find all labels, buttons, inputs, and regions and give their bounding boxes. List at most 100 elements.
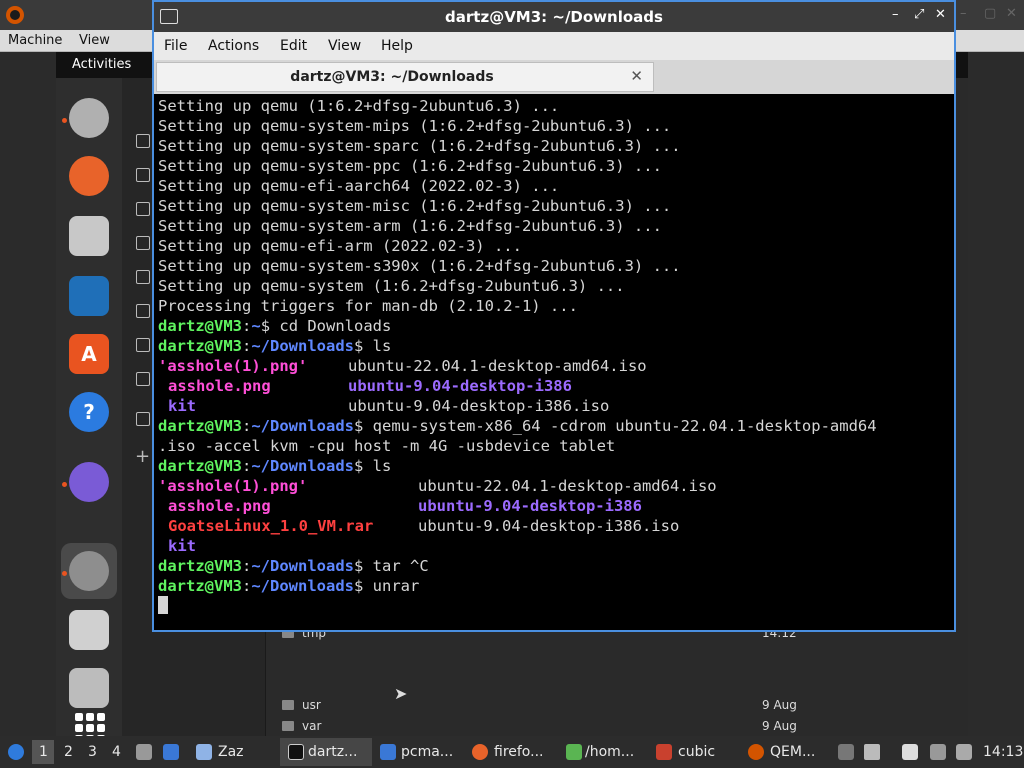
taskbar-item-zaz[interactable]: Zaz [218, 744, 244, 760]
display-icon[interactable] [930, 744, 946, 760]
terminal-maximize-button[interactable]: ⤢ [914, 7, 924, 22]
terminal-minimize-button[interactable]: – [892, 7, 899, 22]
output-line: Setting up qemu-efi-aarch64 (2022.02-3) … [158, 177, 560, 195]
firefox-icon[interactable] [69, 156, 109, 196]
file-row[interactable]: var 9 Aug [272, 717, 872, 736]
workspace-1[interactable]: 1 [39, 744, 48, 760]
taskbar-item-terminal[interactable]: dartz... [308, 744, 357, 760]
terminal-tabbar: dartz@VM3: ~/Downloads ✕ [154, 60, 954, 94]
menu-edit[interactable]: Edit [280, 38, 307, 54]
folder-icon [282, 700, 294, 710]
terminal-output[interactable]: Setting up qemu (1:6.2+dfsg-2ubuntu6.3) … [156, 96, 952, 630]
terminal-window[interactable]: dartz@VM3: ~/Downloads – ⤢ ✕ File Action… [152, 0, 956, 632]
menu-help[interactable]: Help [381, 38, 413, 54]
writer-icon[interactable] [69, 276, 109, 316]
prompt-line: dartz@VM3:~/Downloads$ ls [158, 457, 392, 475]
qemu-icon [748, 744, 764, 760]
ls-entry: asshole.png [168, 497, 271, 515]
downloads-icon[interactable] [136, 270, 150, 284]
add-location-icon[interactable]: + [135, 446, 150, 467]
start-menu-icon[interactable] [8, 744, 24, 760]
videos-icon[interactable] [136, 372, 150, 386]
tab-close-icon[interactable]: ✕ [630, 67, 643, 85]
volume-icon[interactable] [864, 744, 880, 760]
output-line: .iso -accel kvm -cpu host -m 4G -usbdevi… [158, 437, 616, 455]
screen: – ▢ ✕ Machine View Activities + tmp 14:1… [0, 0, 1024, 768]
documents-icon[interactable] [136, 236, 150, 250]
output-line: Setting up qemu-system-mips (1:6.2+dfsg-… [158, 117, 672, 135]
activities-button[interactable]: Activities [72, 57, 131, 72]
output-line: Setting up qemu-system (1:6.2+dfsg-2ubun… [158, 277, 625, 295]
window-icon [196, 744, 212, 760]
eject-icon[interactable] [838, 744, 854, 760]
file-row[interactable]: usr 9 Aug [272, 696, 872, 716]
menu-actions[interactable]: Actions [208, 38, 259, 54]
recent-icon[interactable] [136, 134, 150, 148]
settings-gear-icon[interactable] [69, 551, 109, 591]
folder-icon [282, 721, 294, 731]
qemu-logo-icon [6, 6, 24, 24]
ls-entry: kit [168, 537, 196, 555]
firefox-icon [472, 744, 488, 760]
help-icon[interactable]: ? [69, 392, 109, 432]
music-icon[interactable] [136, 304, 150, 318]
dock: A ? [56, 78, 122, 736]
output-line: Setting up qemu-system-ppc (1:6.2+dfsg-2… [158, 157, 662, 175]
show-apps-grid-icon[interactable] [75, 713, 105, 736]
terminal-tab[interactable]: dartz@VM3: ~/Downloads ✕ [156, 62, 654, 92]
taskbar-item-cubic[interactable]: cubic [678, 744, 715, 760]
qemu-menu-view[interactable]: View [79, 33, 110, 48]
desktop-icon[interactable] [136, 202, 150, 216]
ls-entry: ubuntu-9.04-desktop-i386 [348, 377, 572, 395]
show-desktop-icon[interactable] [163, 744, 179, 760]
terminal-title: dartz@VM3: ~/Downloads [445, 8, 663, 26]
folder-icon [380, 744, 396, 760]
host-close-button[interactable]: ✕ [1006, 6, 1017, 21]
ls-entry: GoatseLinux_1.0_VM.rar [168, 517, 374, 535]
network-icon[interactable] [956, 744, 972, 760]
menu-file[interactable]: File [164, 38, 187, 54]
text-editor-icon [566, 744, 582, 760]
taskbar-item-home[interactable]: /hom... [585, 744, 634, 760]
clipboard-icon[interactable] [902, 744, 918, 760]
workspace-3[interactable]: 3 [88, 744, 97, 760]
software-center-icon[interactable]: A [69, 334, 109, 374]
host-maximize-button[interactable]: ▢ [984, 6, 996, 21]
taskbar-item-qemu[interactable]: QEM... [770, 744, 815, 760]
output-line: Processing triggers for man-db (2.10.2-1… [158, 297, 578, 315]
menu-view[interactable]: View [328, 38, 361, 54]
running-indicator [62, 482, 67, 487]
terminal-close-button[interactable]: ✕ [935, 7, 946, 22]
drive-icon[interactable] [136, 412, 150, 426]
qemu-menu-machine[interactable]: Machine [8, 33, 62, 48]
output-line: Setting up qemu-system-misc (1:6.2+dfsg-… [158, 197, 672, 215]
file-manager-icon[interactable] [136, 744, 152, 760]
mouse-pointer-icon: ➤ [394, 684, 408, 703]
text-cursor [158, 596, 168, 614]
terminal-titlebar[interactable]: dartz@VM3: ~/Downloads – ⤢ ✕ [154, 2, 954, 32]
ls-entry: asshole.png [168, 377, 271, 395]
trash-icon[interactable] [69, 668, 109, 708]
running-indicator [62, 118, 67, 123]
ls-entry: 'asshole(1).png' [158, 477, 308, 495]
prompt-line: dartz@VM3:~/Downloads$ tar ^C [158, 557, 429, 575]
output-line: Setting up qemu-system-arm (1:6.2+dfsg-2… [158, 217, 662, 235]
clock[interactable]: 14:13 [983, 744, 1023, 760]
floppy-save-icon[interactable] [69, 610, 109, 650]
files-icon[interactable] [69, 216, 109, 256]
host-minimize-button[interactable]: – [960, 6, 967, 21]
output-line: Setting up qemu-efi-arm (2022.02-3) ... [158, 237, 522, 255]
qemu-app-icon[interactable] [69, 98, 109, 138]
taskbar-item-firefox[interactable]: firefo... [494, 744, 543, 760]
taskbar-item-pcmanfm[interactable]: pcma... [401, 744, 453, 760]
terminal-menubar: File Actions Edit View Help [154, 32, 954, 60]
ls-entry: 'asshole(1).png' [158, 357, 308, 375]
pictures-icon[interactable] [136, 338, 150, 352]
web-app-icon[interactable] [69, 462, 109, 502]
ls-entry: kit [168, 397, 196, 415]
prompt-line: dartz@VM3:~/Downloads$ unrar [158, 577, 420, 595]
workspace-2[interactable]: 2 [64, 744, 73, 760]
home-icon[interactable] [136, 168, 150, 182]
workspace-4[interactable]: 4 [112, 744, 121, 760]
prompt-line: dartz@VM3:~/Downloads$ qemu-system-x86_6… [158, 417, 877, 435]
